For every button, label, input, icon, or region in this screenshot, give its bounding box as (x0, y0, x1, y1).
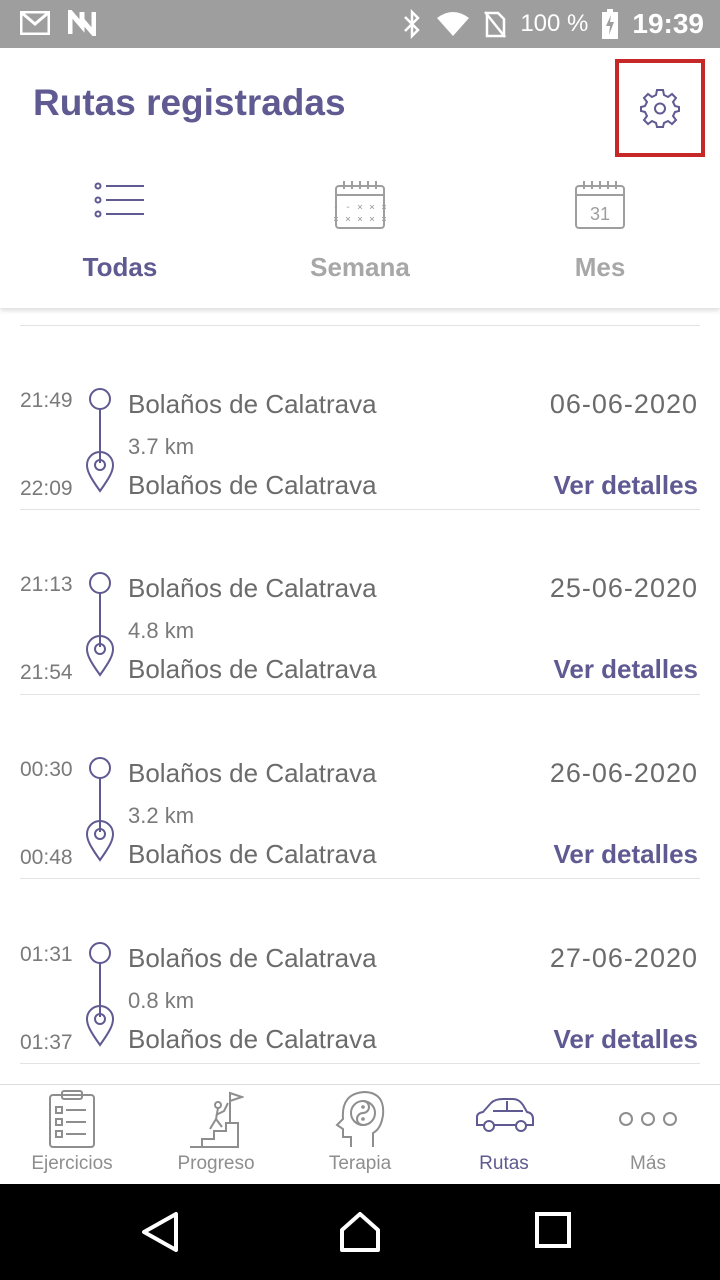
view-details-link[interactable]: Ver detalles (553, 470, 698, 501)
wifi-icon (437, 12, 470, 36)
tab-semana[interactable]: - - × × × × × × × × Semana (240, 176, 480, 296)
route-timeline-icon (86, 572, 114, 677)
tab-label: Semana (310, 252, 410, 282)
view-details-link[interactable]: Ver detalles (553, 1024, 698, 1055)
nav-ejercicios[interactable]: Ejercicios (0, 1085, 144, 1185)
route-date: 27-06-2020 (549, 943, 698, 973)
n-icon (68, 10, 96, 36)
tab-label: Todas (82, 252, 158, 282)
status-time: 19:39 (632, 8, 704, 39)
bottom-navigation: Ejercicios Progreso Terapia Rutas Más (0, 1084, 720, 1184)
end-time: 00:48 (20, 846, 73, 869)
end-place: Bolaños de Calatrava (128, 654, 377, 684)
battery-charging-icon (602, 9, 619, 39)
gear-icon (640, 89, 680, 128)
home-icon[interactable] (338, 1210, 382, 1254)
nav-label: Rutas (479, 1153, 529, 1174)
route-date: 06-06-2020 (549, 389, 698, 419)
end-time: 21:54 (20, 661, 73, 684)
head-yin-yang-icon (335, 1090, 385, 1147)
svg-text:× × × × ×: × × × × × (334, 214, 386, 225)
back-icon[interactable] (140, 1210, 180, 1254)
end-place: Bolaños de Calatrava (128, 839, 377, 869)
climber-stairs-flag-icon (190, 1091, 244, 1148)
route-item: 21:49 22:09 Bolaños de Calatrava 3.7 km … (0, 325, 720, 509)
nav-label: Ejercicios (31, 1153, 113, 1174)
route-item: 01:31 01:37 Bolaños de Calatrava 0.8 km … (0, 879, 720, 1063)
nav-label: Más (630, 1153, 666, 1174)
clipboard-checklist-icon (49, 1090, 95, 1148)
start-place: Bolaños de Calatrava (128, 758, 377, 788)
tab-todas[interactable]: Todas (0, 176, 240, 296)
calendar-week-icon: - - × × × × × × × × (334, 181, 386, 229)
list-icon (94, 182, 144, 218)
start-time: 21:13 (20, 573, 73, 596)
start-place: Bolaños de Calatrava (128, 573, 377, 603)
route-distance: 3.7 km (128, 434, 195, 459)
nav-label: Terapia (328, 1153, 392, 1174)
view-details-link[interactable]: Ver detalles (553, 654, 698, 685)
end-time: 22:09 (20, 477, 73, 500)
end-place: Bolaños de Calatrava (128, 470, 377, 500)
header: Rutas registradas Todas - - × × × × × × … (0, 48, 720, 308)
bluetooth-icon (404, 9, 421, 39)
route-item: 21:13 21:54 Bolaños de Calatrava 4.8 km … (0, 509, 720, 693)
route-distance: 4.8 km (128, 618, 195, 643)
tab-label: Mes (574, 252, 626, 282)
battery-percentage: 100 % (520, 10, 589, 37)
nav-rutas[interactable]: Rutas (432, 1085, 576, 1185)
route-timeline-icon (86, 942, 114, 1047)
tab-mes[interactable]: 31 Mes (480, 176, 720, 296)
start-time: 00:30 (20, 758, 73, 781)
route-distance: 0.8 km (128, 988, 195, 1013)
page-title: Rutas registradas (33, 82, 346, 123)
route-date: 25-06-2020 (549, 573, 698, 603)
end-time: 01:37 (20, 1031, 73, 1054)
settings-button[interactable] (615, 59, 705, 157)
end-place: Bolaños de Calatrava (128, 1024, 377, 1054)
route-item: 00:30 00:48 Bolaños de Calatrava 3.2 km … (0, 694, 720, 878)
period-tabs: Todas - - × × × × × × × × Semana 31 Mes (0, 176, 720, 296)
system-navigation-bar (0, 1184, 720, 1280)
routes-list[interactable]: 21:49 22:09 Bolaños de Calatrava 3.7 km … (0, 308, 720, 1084)
no-sim-icon (484, 11, 507, 38)
start-time: 01:31 (20, 943, 73, 966)
start-place: Bolaños de Calatrava (128, 389, 377, 419)
svg-text:- - × × ×: - - × × × (334, 202, 386, 213)
car-icon (476, 1098, 534, 1132)
gmail-icon (20, 11, 50, 35)
nav-label: Progreso (177, 1153, 255, 1174)
start-time: 21:49 (20, 389, 73, 412)
more-dots-icon (619, 1112, 677, 1126)
route-timeline-icon (86, 388, 114, 493)
status-bar: 100 % 19:39 (0, 0, 720, 48)
nav-progreso[interactable]: Progreso (144, 1085, 288, 1185)
list-divider (20, 1063, 700, 1064)
nav-mas[interactable]: Más (576, 1085, 720, 1185)
calendar-day-number: 31 (590, 204, 610, 224)
start-place: Bolaños de Calatrava (128, 943, 377, 973)
view-details-link[interactable]: Ver detalles (553, 839, 698, 870)
route-distance: 3.2 km (128, 803, 195, 828)
calendar-month-icon: 31 (575, 181, 625, 229)
recent-apps-icon[interactable] (534, 1210, 572, 1250)
route-timeline-icon (86, 757, 114, 862)
route-date: 26-06-2020 (549, 758, 698, 788)
nav-terapia[interactable]: Terapia (288, 1085, 432, 1185)
